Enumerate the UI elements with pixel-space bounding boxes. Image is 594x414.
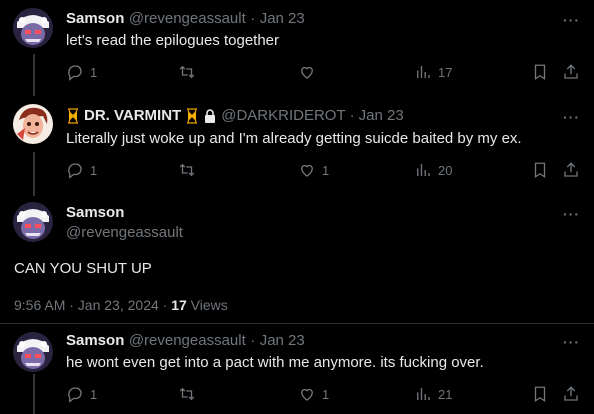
more-icon[interactable]: ··· — [563, 334, 580, 350]
handle[interactable]: @revengeassault — [129, 332, 246, 349]
bookmark-button[interactable] — [531, 385, 549, 403]
views-button[interactable]: 20 — [414, 161, 452, 179]
display-name[interactable]: Samson — [66, 204, 124, 221]
display-name[interactable]: Samson — [66, 332, 124, 349]
reply-count: 1 — [90, 64, 98, 80]
bookmark-icon — [534, 162, 546, 179]
bookmark-icon — [534, 386, 546, 403]
bookmark-button[interactable] — [531, 161, 549, 179]
views-icon — [417, 164, 430, 176]
dot-separator: · — [250, 332, 256, 349]
repost-button[interactable] — [178, 161, 202, 179]
like-button[interactable] — [298, 63, 322, 81]
tweet-date[interactable]: Jan 23 — [260, 10, 305, 27]
like-count: 1 — [322, 162, 330, 178]
reply-icon — [68, 387, 82, 403]
like-button[interactable]: 1 — [298, 385, 329, 403]
tweet-date[interactable]: Jan 23 — [260, 332, 305, 349]
reply-icon — [68, 163, 82, 179]
divider — [0, 323, 594, 324]
thread-line — [33, 54, 35, 96]
repost-icon — [179, 387, 195, 401]
thread-line — [33, 374, 35, 414]
avatar[interactable] — [13, 8, 53, 48]
dot-separator: · — [349, 107, 355, 124]
timestamp[interactable]: 9:56 AM · Jan 23, 2024 · — [14, 297, 171, 313]
views-button[interactable]: 21 — [414, 385, 452, 403]
views-count: 17 — [171, 297, 187, 313]
avatar[interactable] — [13, 332, 53, 372]
share-icon — [564, 162, 578, 177]
views-icon — [417, 66, 430, 78]
share-button[interactable] — [562, 63, 580, 81]
bookmark-icon — [534, 64, 546, 81]
views-label: Views — [186, 297, 228, 313]
repost-icon — [179, 163, 195, 177]
reply-icon — [68, 65, 82, 81]
dot-separator: · — [250, 10, 256, 27]
avatar[interactable] — [13, 202, 53, 242]
share-icon — [564, 64, 578, 79]
reply-button[interactable]: 1 — [66, 385, 97, 403]
like-button[interactable]: 1 — [298, 161, 329, 179]
tweet-text: Literally just woke up and I'm already g… — [66, 130, 522, 147]
lock-icon — [205, 108, 216, 123]
repost-button[interactable] — [178, 385, 202, 403]
views-count: 20 — [438, 162, 453, 178]
like-icon — [301, 164, 313, 177]
bookmark-button[interactable] — [531, 63, 549, 81]
reply-count: 1 — [90, 386, 98, 402]
hourglass-icon — [68, 107, 78, 124]
views-icon — [417, 388, 430, 400]
handle[interactable]: @DARKRIDEROT — [221, 107, 345, 124]
reply-count: 1 — [90, 162, 98, 178]
views-count: 17 — [438, 64, 453, 80]
like-icon — [301, 388, 313, 401]
like-icon — [301, 66, 313, 79]
like-count: 1 — [322, 386, 330, 402]
tweet-text: let's read the epilogues together — [66, 32, 280, 49]
hourglass-icon — [187, 107, 198, 124]
share-button[interactable] — [562, 161, 580, 179]
display-name[interactable]: Samson — [66, 10, 124, 27]
more-icon[interactable]: ··· — [563, 206, 580, 222]
display-name[interactable]: DR. VARMINT — [84, 107, 181, 124]
share-button[interactable] — [562, 385, 580, 403]
tweet-date[interactable]: Jan 23 — [359, 107, 404, 124]
more-icon[interactable]: ··· — [563, 12, 580, 28]
thread-line — [33, 152, 35, 196]
share-icon — [564, 386, 578, 401]
reply-button[interactable]: 1 — [66, 63, 97, 81]
reply-button[interactable]: 1 — [66, 161, 97, 179]
repost-button[interactable] — [178, 63, 202, 81]
views-button[interactable]: 17 — [414, 63, 452, 81]
tweet-text: he wont even get into a pact with me any… — [66, 354, 484, 371]
main-tweet-text: CAN YOU SHUT UP — [14, 260, 152, 277]
avatar[interactable] — [13, 104, 53, 144]
more-icon[interactable]: ··· — [563, 109, 580, 125]
handle[interactable]: @revengeassault — [66, 224, 183, 241]
views-count: 21 — [438, 386, 453, 402]
repost-icon — [179, 65, 195, 79]
handle[interactable]: @revengeassault — [129, 10, 246, 27]
